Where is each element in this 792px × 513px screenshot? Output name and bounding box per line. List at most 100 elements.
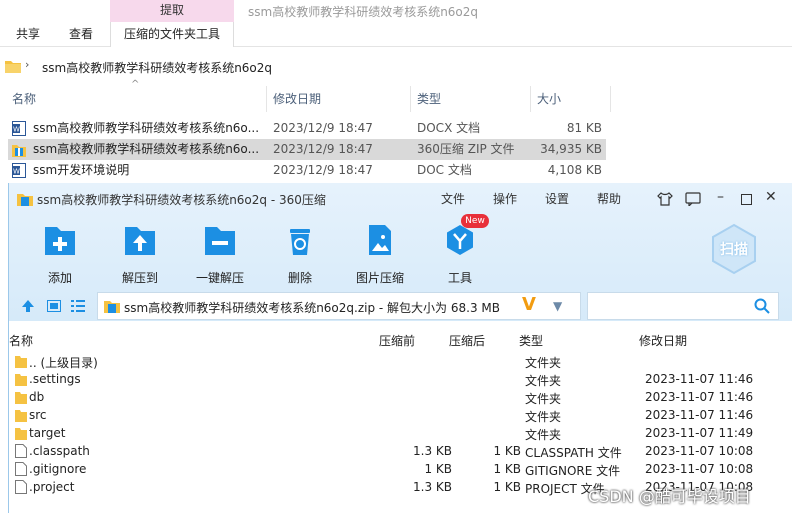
image-compress-label: 图片压缩: [355, 271, 404, 285]
zip-toolbar-area: ssm高校教师教学科研绩效考核系统n6o2q - 360压缩 文件 操作 设置 …: [9, 183, 792, 321]
explorer-list-header: ^ 名称 修改日期 类型 大小: [0, 79, 612, 112]
zip-archive-icon: [104, 301, 120, 313]
file-icon: [15, 480, 27, 494]
zip-col-after[interactable]: 压缩后: [449, 332, 485, 349]
tab-view[interactable]: 查看: [69, 22, 93, 47]
zip-item-type: 文件夹: [525, 392, 562, 406]
col-name[interactable]: 名称: [12, 86, 36, 112]
zip-window: ssm高校教师教学科研绩效考核系统n6o2q - 360压缩 文件 操作 设置 …: [8, 183, 792, 513]
folder-icon: [15, 410, 27, 422]
folder-icon: [5, 61, 21, 73]
zip-item-date: 2023-11-07 11:46: [645, 372, 754, 386]
tools-button[interactable]: 工具: [425, 223, 495, 286]
scan-label: 扫描: [720, 242, 748, 258]
thumbnail-view-icon[interactable]: [47, 300, 61, 312]
add-button[interactable]: 添加: [25, 223, 95, 286]
zip-item-name: .. (上级目录): [29, 356, 98, 370]
svg-text:W: W: [13, 168, 20, 176]
col-separator: [530, 86, 531, 112]
zip-row-parent[interactable]: .. (上级目录) 文件夹: [9, 352, 792, 370]
zip-row[interactable]: target 文件夹 2023-11-07 11:49: [9, 424, 792, 442]
file-type: 360压缩 ZIP 文件: [417, 142, 515, 156]
zip-item-name: .gitignore: [29, 462, 87, 476]
zip-row[interactable]: db 文件夹 2023-11-07 11:46: [9, 388, 792, 406]
file-date: 2023/12/9 18:47: [273, 121, 373, 135]
list-view-icon[interactable]: [71, 300, 85, 312]
file-type: DOCX 文档: [417, 121, 481, 135]
zip-item-date: 2023-11-07 10:08: [645, 444, 754, 458]
folder-icon: [15, 428, 27, 440]
zip-item-name: db: [29, 390, 45, 404]
file-size: 81 KB: [566, 121, 602, 135]
menu-settings[interactable]: 设置: [545, 190, 569, 207]
zip-item-before: 1 KB: [424, 462, 452, 476]
word-doc-icon: W: [12, 121, 26, 136]
menu-operate[interactable]: 操作: [493, 190, 517, 207]
verified-v-icon[interactable]: V: [522, 294, 536, 315]
extract-to-button[interactable]: 解压到: [105, 223, 175, 286]
menu-file[interactable]: 文件: [441, 190, 465, 207]
zip-row[interactable]: .settings 文件夹 2023-11-07 11:46: [9, 370, 792, 388]
archive-path-field[interactable]: ssm高校教师教学科研绩效考核系统n6o2q.zip - 解包大小为 68.3 …: [97, 292, 581, 320]
zip-nav-bar: ssm高校教师教学科研绩效考核系统n6o2q.zip - 解包大小为 68.3 …: [9, 286, 792, 321]
one-click-extract-icon: [205, 227, 235, 255]
file-icon: [15, 444, 27, 458]
explorer-row-selected[interactable]: ssm高校教师教学科研绩效考核系统n6o... 2023/12/9 18:47 …: [8, 139, 606, 160]
maximize-icon[interactable]: [741, 194, 752, 205]
address-bar[interactable]: › ssm高校教师教学科研绩效考核系统n6o2q: [0, 54, 792, 80]
col-modified[interactable]: 修改日期: [273, 86, 321, 112]
context-group-extract[interactable]: 提取: [110, 0, 234, 22]
folder-icon: [15, 374, 27, 386]
zip-window-title: ssm高校教师教学科研绩效考核系统n6o2q - 360压缩: [37, 193, 326, 207]
menu-help[interactable]: 帮助: [597, 190, 621, 207]
tab-share[interactable]: 共享: [16, 22, 40, 47]
add-label: 添加: [47, 271, 72, 285]
search-input[interactable]: [587, 292, 779, 320]
chevron-right-icon[interactable]: ›: [25, 58, 29, 71]
message-icon[interactable]: [685, 192, 701, 206]
close-icon[interactable]: ✕: [765, 189, 777, 205]
zip-row[interactable]: .classpath 1.3 KB 1 KB CLASSPATH 文件 2023…: [9, 442, 792, 460]
tab-compressed-folder-tools[interactable]: 压缩的文件夹工具: [110, 22, 234, 47]
col-size[interactable]: 大小: [537, 86, 561, 112]
zip-item-date: 2023-11-07 11:49: [645, 426, 754, 440]
zip-row[interactable]: src 文件夹 2023-11-07 11:46: [9, 406, 792, 424]
minimize-icon[interactable]: –: [717, 189, 724, 205]
file-type: DOC 文档: [417, 163, 472, 177]
zip-col-name[interactable]: 名称: [9, 332, 33, 349]
add-icon: [45, 227, 75, 255]
folder-icon: [15, 356, 27, 368]
image-compress-icon: [369, 225, 391, 255]
zip-item-date: 2023-11-07 11:46: [645, 408, 754, 422]
image-compress-button[interactable]: 图片压缩: [345, 223, 415, 286]
zip-item-after: 1 KB: [493, 444, 521, 458]
zip-col-before[interactable]: 压缩前: [379, 332, 415, 349]
zip-row[interactable]: .gitignore 1 KB 1 KB GITIGNORE 文件 2023-1…: [9, 460, 792, 478]
explorer-row[interactable]: W ssm开发环境说明 2023/12/9 18:47 DOC 文档 4,108…: [8, 160, 606, 181]
arrow-up-icon[interactable]: [21, 299, 35, 313]
scan-button[interactable]: 扫描: [709, 223, 759, 275]
zip-item-type: 文件夹: [525, 374, 562, 388]
search-icon[interactable]: [754, 298, 770, 314]
file-name: ssm高校教师教学科研绩效考核系统n6o...: [33, 121, 260, 135]
explorer-row[interactable]: W ssm高校教师教学科研绩效考核系统n6o... 2023/12/9 18:4…: [8, 118, 606, 139]
delete-button[interactable]: 删除: [265, 223, 335, 286]
zip-col-type[interactable]: 类型: [519, 332, 543, 349]
recycle-bin-icon: [290, 229, 310, 255]
zip-item-name: .classpath: [29, 444, 90, 458]
extract-to-icon: [125, 227, 155, 255]
zip-col-date[interactable]: 修改日期: [639, 332, 687, 349]
zip-item-before: 1.3 KB: [413, 444, 452, 458]
zip-item-after: 1 KB: [493, 480, 521, 494]
file-name: ssm高校教师教学科研绩效考核系统n6o...: [33, 142, 260, 156]
csdn-watermark: CSDN @酷可毕设项目: [588, 487, 751, 506]
address-path[interactable]: ssm高校教师教学科研绩效考核系统n6o2q: [42, 59, 272, 76]
zip-item-after: 1 KB: [493, 462, 521, 476]
dropdown-arrow-icon[interactable]: ▼: [553, 299, 562, 313]
zip-app-icon: [17, 194, 33, 206]
zip-item-before: 1.3 KB: [413, 480, 452, 494]
col-type[interactable]: 类型: [417, 86, 441, 112]
shirt-skin-icon[interactable]: [657, 192, 673, 206]
explorer-ribbon: 提取 ssm高校教师教学科研绩效考核系统n6o2q 共享 查看 压缩的文件夹工具: [0, 0, 792, 47]
one-click-extract-button[interactable]: 一键解压: [185, 223, 255, 286]
